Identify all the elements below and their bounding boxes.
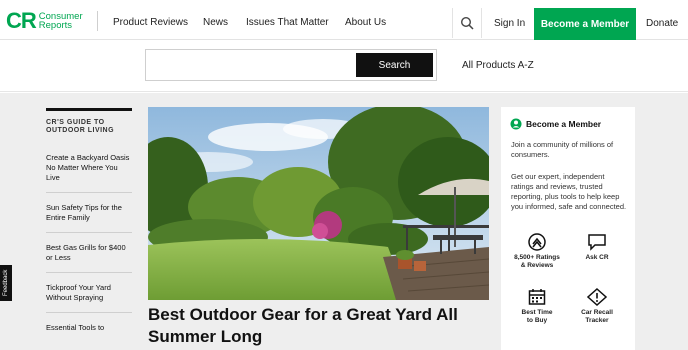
guide-title-line-2: OUTDOOR LIVING [46,127,115,134]
guide-list: Create a Backyard Oasis No Matter Where … [46,147,132,342]
become-member-button[interactable]: Become a Member [534,8,636,40]
membership-card: Become a Member Join a community of mill… [501,107,635,350]
warning-icon [587,288,607,306]
logo-mark: CR [6,8,37,33]
logo-wordmark: Consumer Reports [38,12,83,31]
chat-icon [588,234,606,251]
card-intro: Join a community of millions of consumer… [511,140,614,159]
feature-best-time-line-1: Best Time [521,309,553,316]
logo-line-2: Reports [38,20,73,31]
hero-headline[interactable]: Best Outdoor Gear for a Great Yard All S… [148,304,478,348]
guide-item-tickproof[interactable]: Tickproof Your Yard Without Spraying [46,272,132,312]
backyard-illustration [148,107,489,300]
feature-best-time-line-2: to Buy [526,317,548,324]
sign-in-link[interactable]: Sign In [494,18,525,29]
nav-news[interactable]: News [203,17,228,28]
guide-item-essential-tools[interactable]: Essential Tools to [46,312,132,342]
search-toggle-button[interactable] [452,8,482,38]
feature-ratings-line-1: 8,500+ Ratings [514,254,560,261]
card-body: Get our expert, independent ratings and … [511,172,627,211]
feature-ask-cr[interactable]: Ask CR [567,233,627,262]
guide-item-backyard-oasis[interactable]: Create a Backyard Oasis No Matter Where … [46,147,132,192]
guide-item-sun-safety[interactable]: Sun Safety Tips for the Entire Family [46,192,132,232]
nav-product-reviews[interactable]: Product Reviews [113,17,188,28]
consumer-reports-logo[interactable]: CR Consumer Reports [6,8,83,34]
outdoor-living-guide: CR'S GUIDE TO OUTDOOR LIVING Create a Ba… [46,108,132,342]
feature-car-recall-line-2: Tracker [585,317,609,324]
guide-title-line-1: CR'S GUIDE TO [46,119,105,126]
feature-car-recall-tracker[interactable]: Car Recall Tracker [567,288,627,325]
nav-about-us[interactable]: About Us [345,17,386,28]
site-header: CR Consumer Reports Product Reviews News… [0,0,688,40]
card-title: Become a Member [526,119,602,129]
search-icon [460,16,474,30]
hero-backyard-image[interactable] [148,107,489,300]
donate-link[interactable]: Donate [646,18,678,29]
search-submit-button[interactable]: Search [356,53,433,77]
nav-issues-that-matter[interactable]: Issues That Matter [246,17,329,28]
ratings-icon [528,233,546,251]
search-input[interactable] [149,53,355,77]
feedback-tab[interactable]: Feedback [0,265,12,301]
all-products-link[interactable]: All Products A-Z [462,60,534,71]
feature-ask-cr-label: Ask CR [585,254,609,261]
feature-car-recall-line-1: Car Recall [581,309,613,316]
calendar-icon [528,289,546,305]
guide-top-rule [46,108,132,111]
guide-title: CR'S GUIDE TO OUTDOOR LIVING [46,119,132,135]
feature-best-time-to-buy[interactable]: Best Time to Buy [507,288,567,325]
feature-ratings-reviews[interactable]: 8,500+ Ratings & Reviews [507,233,567,270]
member-icon [510,118,522,130]
search-band: Search All Products A-Z [0,40,688,92]
guide-item-gas-grills[interactable]: Best Gas Grills for $400 or Less [46,232,132,272]
card-header: Become a Member [510,118,601,130]
search-form: Search [145,49,437,81]
header-divider [97,11,98,31]
feature-ratings-line-2: & Reviews [520,262,554,269]
